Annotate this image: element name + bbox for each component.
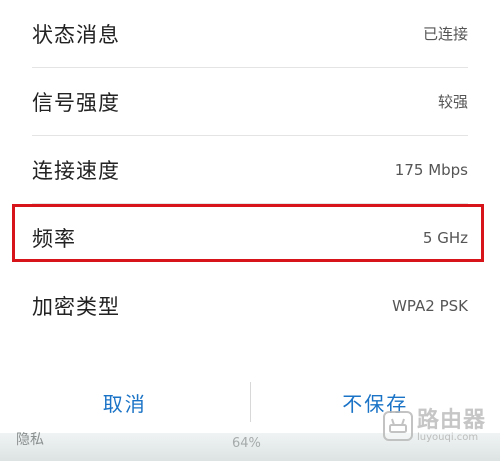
signal-strength-label: 信号强度 — [32, 90, 120, 115]
signal-strength-row: 信号强度 较强 — [32, 68, 468, 136]
encryption-row: 加密类型 WPA2 PSK — [32, 272, 468, 340]
frequency-value: 5 GHz — [422, 229, 468, 247]
background-battery-text: 64% — [232, 436, 261, 451]
watermark-url: luyouqi.com — [416, 431, 479, 443]
status-row: 状态消息 已连接 — [32, 0, 468, 68]
frequency-row: 频率 5 GHz — [32, 204, 468, 272]
link-speed-row: 连接速度 175 Mbps — [32, 136, 468, 204]
link-speed-value: 175 Mbps — [394, 160, 468, 179]
background-left-text: 隐私 — [16, 432, 44, 448]
cancel-button[interactable]: 取消 — [0, 372, 250, 432]
encryption-label: 加密类型 — [32, 295, 120, 319]
wifi-details-dialog: 状态消息 已连接 信号强度 较强 连接速度 175 Mbps 频率 5 GHz … — [0, 0, 500, 461]
link-speed-label: 连接速度 — [32, 158, 120, 183]
status-label: 状态消息 — [32, 22, 120, 47]
frequency-label: 频率 — [32, 227, 76, 251]
watermark-name: 路由器 — [416, 408, 486, 434]
watermark: 路由器 luyouqi.com — [382, 408, 486, 443]
signal-strength-value: 较强 — [437, 93, 468, 111]
status-value: 已连接 — [422, 25, 468, 43]
encryption-value: WPA2 PSK — [392, 297, 468, 315]
router-logo-icon — [382, 411, 413, 442]
